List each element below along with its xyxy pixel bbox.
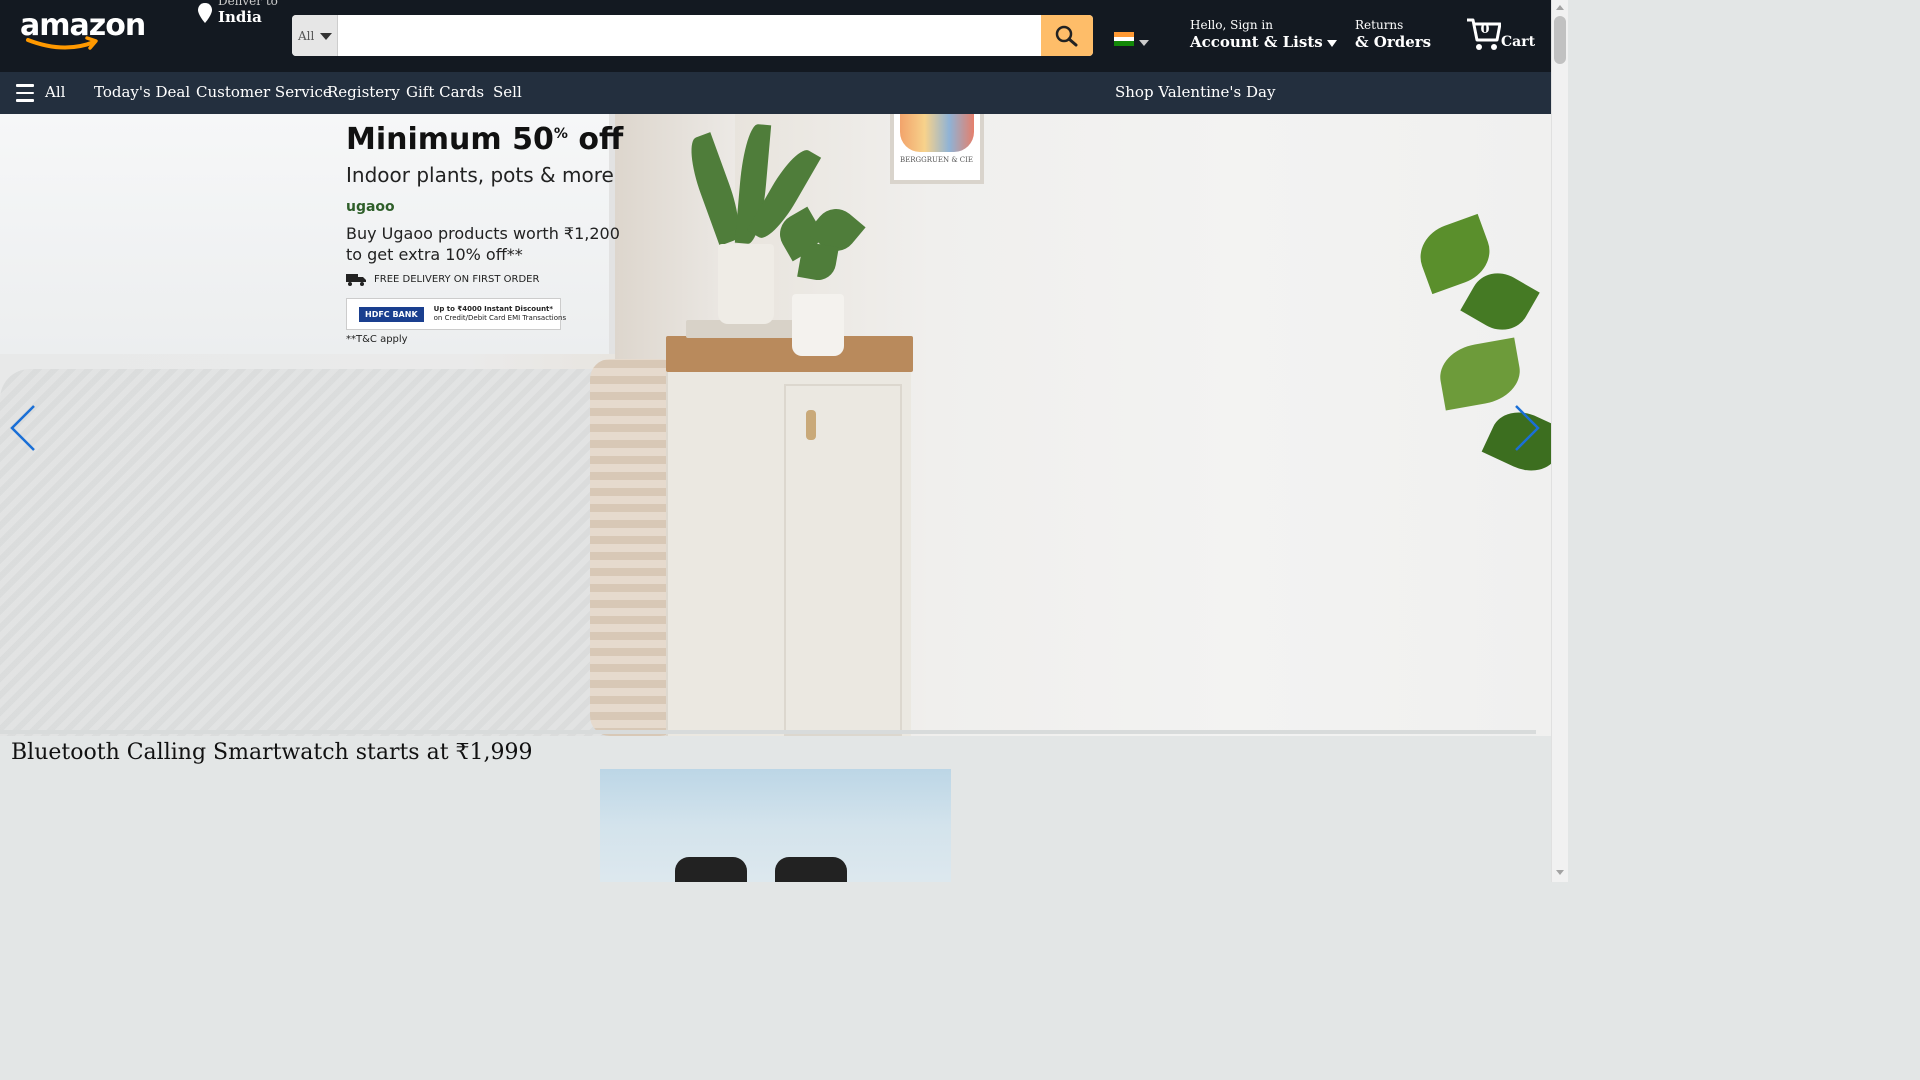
returns-orders[interactable]: Returns & Orders (1355, 18, 1431, 51)
smartwatch-graphic (775, 857, 847, 882)
top-header: amazon Deliver to India All Hello, Sign … (0, 0, 1551, 72)
deliver-label: Deliver to (218, 0, 278, 8)
hero-promo[interactable]: Minimum 50% off Indoor plants, pots & mo… (346, 122, 623, 345)
ugaoo-brand-logo: ugaoo (346, 199, 395, 215)
hero-headline-suffix: off (567, 122, 624, 157)
logo-smile-icon (26, 36, 98, 50)
frame-caption: BERGGRUEN & CIE (900, 156, 974, 164)
search-input[interactable] (338, 15, 1041, 56)
hero-carousel[interactable]: BERGGRUEN & CIE Minimum 50% off Indoor p… (0, 114, 1551, 736)
scrollbar-thumb[interactable] (1554, 16, 1566, 64)
hero-pot-small (792, 294, 844, 356)
nav-valentines-promo[interactable]: Shop Valentine's Day (1115, 83, 1275, 101)
nav-gift-cards[interactable]: Gift Cards (406, 83, 484, 101)
section-title: Bluetooth Calling Smartwatch starts at ₹… (11, 740, 533, 765)
hero-sofa (0, 369, 660, 736)
hero-bottom-edge (0, 730, 1536, 734)
amazon-logo[interactable]: amazon (20, 8, 146, 54)
hero-cabinet-door (784, 384, 902, 736)
hero-wall-frame: BERGGRUEN & CIE (890, 114, 984, 184)
chevron-right-icon[interactable] (1512, 404, 1542, 452)
bank-offer-text: Up to ₹4000 Instant Discount* on Credit/… (434, 305, 566, 323)
search-bar: All (292, 15, 1093, 56)
sub-navigation: All Today's Deal Customer Service Regist… (0, 72, 1551, 114)
caret-down-icon (320, 33, 332, 40)
account-greeting: Hello, Sign in (1190, 18, 1273, 32)
search-icon (1055, 25, 1078, 47)
smartwatch-graphic (675, 857, 747, 882)
hero-headline-text: Minimum 50 (346, 122, 554, 157)
caret-down-icon (1326, 39, 1337, 47)
search-category-label: All (298, 29, 315, 43)
nav-sell[interactable]: Sell (493, 83, 522, 101)
returns-label: Returns (1355, 18, 1404, 32)
scroll-down-icon[interactable] (1556, 870, 1564, 875)
deliver-location: India (218, 8, 262, 26)
hero-headline-sup: % (553, 126, 568, 142)
plant-leaf (1435, 337, 1525, 411)
hero-subheadline: Indoor plants, pots & more (346, 163, 614, 187)
language-caret-icon[interactable] (1139, 40, 1149, 46)
bank-offer-line-1: Up to ₹4000 Instant Discount* (433, 305, 554, 313)
account-lists[interactable]: Hello, Sign in Account & Lists (1190, 18, 1337, 51)
cart-count: 0 (1480, 22, 1490, 37)
smartwatch-product-image[interactable] (600, 769, 951, 882)
scroll-up-icon[interactable] (1556, 5, 1564, 10)
hdfc-bank-offer: HDFC BANK Up to ₹4000 Instant Discount* … (346, 298, 566, 330)
chevron-left-icon[interactable] (8, 404, 38, 452)
free-delivery-text: FREE DELIVERY ON FIRST ORDER (374, 274, 540, 285)
hdfc-bank-logo: HDFC BANK (359, 306, 424, 322)
frame-art (900, 114, 974, 152)
nav-registry[interactable]: Registery (327, 83, 400, 101)
offer-line-2: to get extra 10% off** (346, 245, 523, 264)
terms-apply: **T&C apply (346, 334, 408, 345)
free-delivery: FREE DELIVERY ON FIRST ORDER (346, 273, 623, 286)
bank-offer-line-2: on Credit/Debit Card EMI Transactions (433, 314, 567, 322)
nav-customer-service[interactable]: Customer Service (196, 83, 332, 101)
hamburger-icon[interactable] (16, 84, 34, 102)
orders-label: & Orders (1355, 33, 1432, 51)
location-pin-icon (198, 3, 212, 23)
offer-line-1: Buy Ugaoo products worth ₹1,200 (346, 224, 620, 243)
hero-offer: Buy Ugaoo products worth ₹1,200 to get e… (346, 223, 623, 265)
cart-button[interactable]: 0 Cart (1465, 16, 1545, 56)
hero-headline: Minimum 50% off (346, 122, 623, 157)
nav-todays-deal[interactable]: Today's Deal (94, 83, 190, 101)
search-category-select[interactable]: All (292, 15, 338, 56)
hero-cabinet-top (666, 336, 913, 372)
cart-label: Cart (1501, 34, 1536, 50)
account-label: Account & Lists (1190, 33, 1323, 51)
india-flag-icon[interactable] (1114, 32, 1134, 46)
hero-pot-large (718, 244, 774, 324)
truck-icon (346, 274, 366, 286)
search-button[interactable] (1041, 15, 1093, 56)
account-label-row: Account & Lists (1190, 33, 1337, 51)
page-scrollbar[interactable] (1551, 0, 1568, 882)
hero-cabinet-knob (806, 410, 816, 440)
nav-all[interactable]: All (45, 83, 65, 101)
